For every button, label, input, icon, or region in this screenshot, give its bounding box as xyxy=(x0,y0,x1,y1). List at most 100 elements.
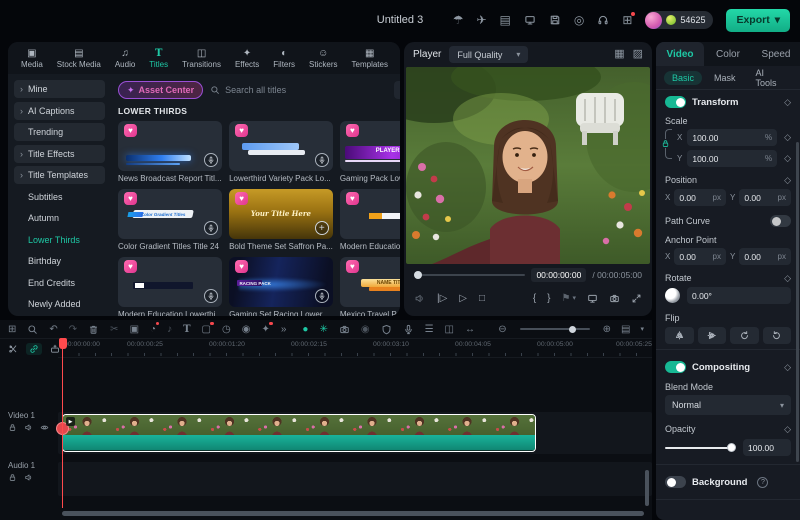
sidebar-item-title-templates[interactable]: ›Title Templates xyxy=(14,166,105,184)
text-tool-icon[interactable]: T xyxy=(183,324,190,335)
stop-button[interactable]: □ xyxy=(479,293,485,304)
quality-select[interactable]: Full Quality ▾ xyxy=(449,46,528,63)
timeline-ruler[interactable]: 00:00:00:00 00:00:00:25 00:00:01:20 00:0… xyxy=(0,338,652,358)
tab-media[interactable]: ▣Media xyxy=(14,42,50,74)
camera-import-icon[interactable] xyxy=(339,324,350,335)
mute-track-icon[interactable] xyxy=(24,473,33,482)
position-y-input[interactable]: 0.00px xyxy=(739,189,791,206)
opacity-input[interactable]: 100.00 xyxy=(743,439,791,456)
hide-track-icon[interactable] xyxy=(40,423,49,432)
apps-grid-icon[interactable]: ⊞ xyxy=(622,14,632,26)
lock-track-icon[interactable] xyxy=(8,423,17,432)
stock-media-icon[interactable]: ▤ xyxy=(500,14,511,26)
timeline-zoom-slider[interactable] xyxy=(520,328,590,330)
mirror-display-icon[interactable] xyxy=(587,293,598,304)
flip-vertical-button[interactable] xyxy=(698,327,727,344)
tab-transitions[interactable]: ◫Transitions xyxy=(175,42,228,74)
lock-track-icon[interactable] xyxy=(8,473,17,482)
anchor-x-input[interactable]: 0.00px xyxy=(674,248,726,265)
path-curve-toggle[interactable] xyxy=(770,215,791,227)
mark-in-button[interactable]: { xyxy=(533,293,536,304)
timeline-zoom-knob[interactable] xyxy=(569,326,576,333)
scale-y-input[interactable]: 100.00% xyxy=(687,150,777,167)
position-x-input[interactable]: 0.00px xyxy=(674,189,726,206)
zoom-out-icon[interactable]: ⊖ xyxy=(498,324,506,335)
search-input[interactable] xyxy=(225,85,325,95)
sidebar-item-mine[interactable]: ›Mine xyxy=(14,80,105,98)
link-clips-icon[interactable] xyxy=(26,343,42,355)
favorite-heart-icon[interactable]: ♥ xyxy=(346,192,359,205)
mute-track-icon[interactable] xyxy=(24,423,33,432)
keyframe-diamond-icon[interactable]: ◇ xyxy=(784,362,791,373)
keyframe-diamond-icon[interactable]: ◇ xyxy=(784,273,791,284)
preview-render-icon[interactable]: ◉ xyxy=(361,324,370,335)
template-card[interactable]: ♥PLAYER 01 Gaming Pack Lowerthird 03 xyxy=(340,121,400,183)
sync-icon[interactable]: ◎ xyxy=(574,14,584,26)
filter-all-button[interactable]: All xyxy=(394,81,400,99)
resource-center-icon[interactable]: ☂ xyxy=(453,14,464,26)
next-frame-button[interactable]: |▷ xyxy=(437,293,447,304)
undo-icon[interactable]: ↶ xyxy=(49,324,57,335)
keyframe-diamond-icon[interactable]: ◇ xyxy=(784,175,791,186)
export-button[interactable]: Export ▾ xyxy=(726,9,790,32)
flip-horizontal-button[interactable] xyxy=(665,327,694,344)
anchor-y-input[interactable]: 0.00px xyxy=(739,248,791,265)
rotate-dial[interactable] xyxy=(665,288,680,303)
favorite-heart-icon[interactable]: ♥ xyxy=(235,124,248,137)
tab-effects[interactable]: ✦Effects xyxy=(228,42,266,74)
sidebar-item-subtitles[interactable]: Subtitles xyxy=(14,188,105,206)
preview-adjust-icon[interactable]: ▨ xyxy=(633,49,643,60)
tab-speed[interactable]: Speed xyxy=(752,42,800,66)
razor-tool-icon[interactable] xyxy=(8,344,18,354)
audio-track-lane[interactable] xyxy=(58,462,652,496)
duration-clock-icon[interactable]: ◷ xyxy=(222,324,231,335)
display-device-icon[interactable] xyxy=(524,14,536,26)
share-icon[interactable]: ✈ xyxy=(476,14,486,26)
support-icon[interactable] xyxy=(597,14,609,26)
sidebar-item-title-effects[interactable]: ›Title Effects xyxy=(14,145,105,163)
keyframe-diamond-icon[interactable]: ◇ xyxy=(784,132,791,143)
voiceover-mic-icon[interactable] xyxy=(403,324,414,335)
playhead-handle[interactable] xyxy=(59,338,67,349)
tab-filters[interactable]: ◐Filters xyxy=(266,42,302,74)
opacity-slider-knob[interactable] xyxy=(727,443,736,452)
timeline-hscrollbar[interactable] xyxy=(62,511,644,516)
tab-color[interactable]: Color xyxy=(704,42,752,66)
fit-timeline-icon[interactable]: ↔ xyxy=(465,324,475,335)
playhead[interactable] xyxy=(62,338,63,508)
video-preview[interactable] xyxy=(406,67,650,264)
sidebar-item-ai-captions[interactable]: ›AI Captions xyxy=(14,102,105,120)
safe-area-grid-icon[interactable]: ▦ xyxy=(614,49,624,60)
color-wheel-icon[interactable]: ◉ xyxy=(242,324,251,335)
zoom-in-icon[interactable]: ⊕ xyxy=(603,324,611,335)
audio-mixer-icon[interactable]: ☰ xyxy=(425,324,434,335)
favorite-heart-icon[interactable]: ♥ xyxy=(235,260,248,273)
sidebar-item-trending[interactable]: Trending xyxy=(14,123,105,141)
redo-icon[interactable]: ↷ xyxy=(69,324,77,335)
user-avatar[interactable] xyxy=(645,12,662,29)
sidebar-item-birthday[interactable]: Birthday xyxy=(14,252,105,270)
play-button[interactable]: ▷ xyxy=(459,293,467,304)
delete-icon[interactable] xyxy=(88,324,99,335)
shield-icon[interactable] xyxy=(381,324,392,335)
video-clip[interactable] xyxy=(62,414,536,452)
snapshot-camera-icon[interactable] xyxy=(609,293,620,304)
track-manager-icon[interactable]: ▤ xyxy=(621,324,630,335)
sidebar-item-end-credits[interactable]: End Credits xyxy=(14,274,105,292)
template-card[interactable]: ♥RACING PACK Gaming Set Racing Lower ... xyxy=(229,257,333,316)
keyframe-diamond-icon[interactable]: ◇ xyxy=(784,97,791,108)
search-bar[interactable] xyxy=(210,85,387,95)
rotate-cw-button[interactable] xyxy=(730,327,759,344)
transform-toggle[interactable] xyxy=(665,96,686,108)
scale-x-input[interactable]: 100.00% xyxy=(687,129,777,146)
tab-video[interactable]: Video xyxy=(656,42,704,66)
favorite-heart-icon[interactable]: ♥ xyxy=(346,124,359,137)
template-card[interactable]: ♥ Modern Education Lowerthi... xyxy=(340,189,400,251)
subtab-mask[interactable]: Mask xyxy=(706,71,744,85)
template-card[interactable]: ♥ News Broadcast Report Titl... xyxy=(118,121,222,183)
playback-slider-knob[interactable] xyxy=(414,271,422,279)
blend-mode-select[interactable]: Normal ▾ xyxy=(665,395,791,415)
template-card[interactable]: ♥ Modern Education Lowerthi... xyxy=(118,257,222,316)
split-scissors-icon[interactable]: ✂ xyxy=(110,324,118,335)
mark-out-button[interactable]: } xyxy=(547,293,550,304)
